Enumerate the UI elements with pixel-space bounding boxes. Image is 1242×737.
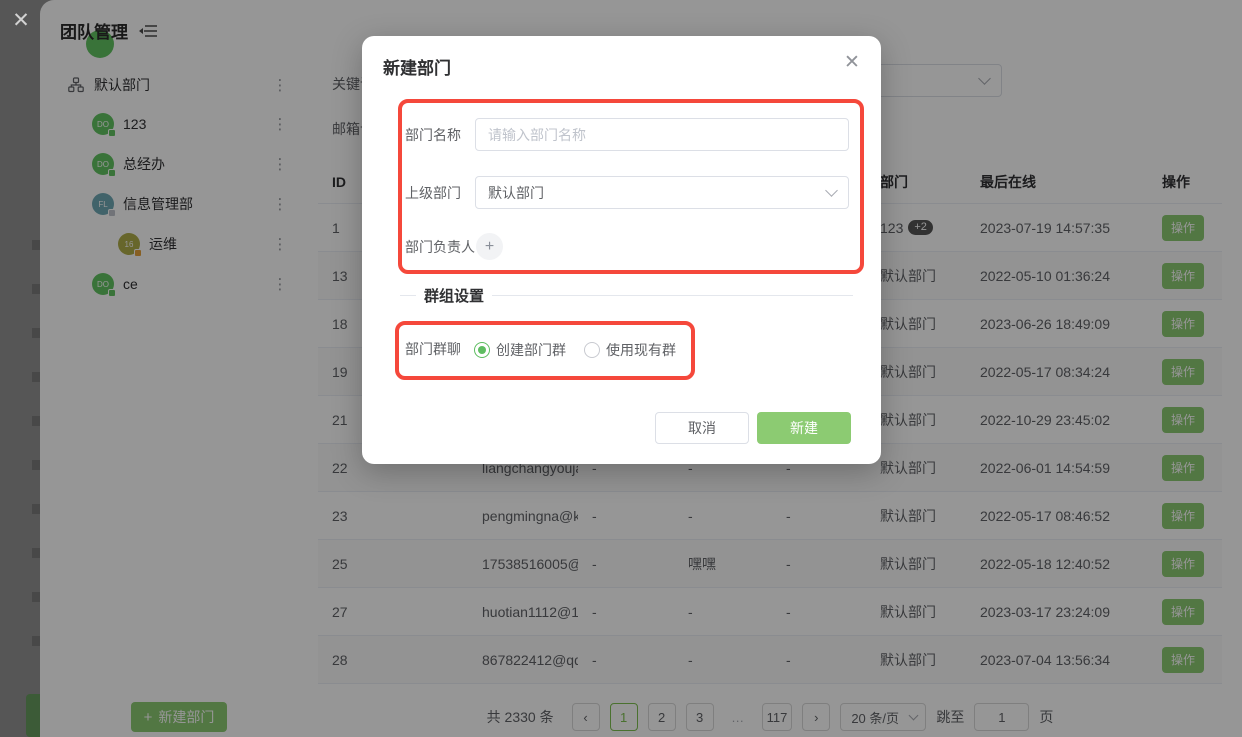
chevron-down-icon [825,184,838,197]
group-settings-divider: 群组设置 [362,286,881,304]
add-leader-button[interactable]: + [476,233,503,260]
radio-create-group[interactable]: 创建部门群 [474,340,566,360]
parent-dept-label: 上级部门 [405,183,475,203]
new-department-dialog: 新建部门 ✕ 部门名称 上级部门 默认部门 部门负责人 + 群组设置 部门群聊 … [362,36,881,464]
window-close-icon[interactable]: ✕ [9,9,33,33]
radio-unselected-icon [584,342,600,358]
dialog-title: 新建部门 [383,54,451,79]
radio-selected-icon [474,342,490,358]
dept-leader-label: 部门负责人 [405,237,475,257]
cancel-button[interactable]: 取消 [655,412,749,444]
parent-dept-select[interactable]: 默认部门 [475,176,849,209]
dept-name-label: 部门名称 [405,125,475,145]
section-title: 群组设置 [424,285,484,306]
dept-chat-label: 部门群聊 [405,339,475,359]
dept-name-input[interactable] [475,118,849,151]
dept-chat-radio-group: 创建部门群 使用现有群 [474,340,676,360]
dialog-close-icon[interactable]: ✕ [839,50,865,76]
radio-existing-group[interactable]: 使用现有群 [584,340,676,360]
submit-button[interactable]: 新建 [757,412,851,444]
app-window: 团队管理 默认部门 ⋮ DO 123 ⋮ DO 总经办 ⋮ [0,0,1242,737]
